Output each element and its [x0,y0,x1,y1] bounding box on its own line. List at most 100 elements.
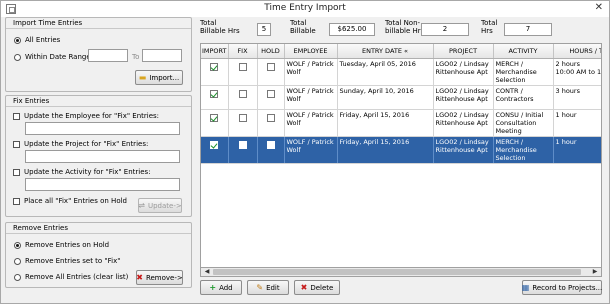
column-header-entry-date[interactable]: ENTRY DATE « [337,44,434,59]
radio-indicator [14,241,21,249]
fix-checkbox[interactable] [238,140,247,149]
within-date-range-radio[interactable]: Within Date Range: [14,53,93,61]
fix-cell[interactable] [228,85,258,110]
import-checkbox[interactable] [210,140,219,149]
total-billable-hrs-label: Total Billable Hrs [200,19,240,35]
time-entry-import-window: Time Entry Import ✕ Import Time Entries … [0,0,610,304]
button-label: Delete [310,283,334,292]
update-button[interactable]: ⇌ Update-> [138,198,182,213]
import-checkbox[interactable] [210,62,219,71]
column-header-employee[interactable]: EMPLOYEE [284,44,338,59]
group-label: Fix Entries [12,97,51,105]
update-employee-checkbox[interactable]: Update the Employee for "Fix" Entries: [13,112,159,120]
import-button[interactable]: ▬ Import... [135,70,183,85]
group-divider [6,106,191,107]
horizontal-scrollbar[interactable]: ◀ ▶ [200,267,602,277]
fix-employee-input[interactable] [25,122,180,135]
fix-cell[interactable] [228,58,258,86]
all-entries-radio[interactable]: All Entries [14,36,60,44]
group-divider [6,28,191,29]
grid-header-row: IMPORT FIX HOLD EMPLOYEE ENTRY DATE « PR… [201,44,601,59]
place-on-hold-checkbox[interactable]: Place all "Fix" Entries on Hold [13,197,127,205]
checkbox-label: Update the Project for "Fix" Entries: [24,140,149,148]
date-to-input[interactable] [142,49,182,62]
total-nonbillable-label: Total Non- billable Hrs [385,19,425,35]
fix-checkbox[interactable] [238,113,247,122]
button-label: Edit [266,283,280,292]
delete-button[interactable]: ✖ Delete [294,280,340,295]
button-label: Update-> [147,201,182,210]
import-cell[interactable] [201,136,229,164]
pencil-icon: ✎ [256,282,264,292]
hold-cell[interactable] [257,85,285,110]
import-cell[interactable] [201,58,229,86]
activity-cell: MERCH / Merchandise Selection [493,136,554,164]
project-cell: LGO02 / Lindsay Rittenhouse Apt [433,85,494,110]
delete-icon: ✖ [300,282,308,292]
total-hrs-label: Total Hrs [481,19,498,35]
column-header-import[interactable]: IMPORT [201,44,229,59]
hours-cell: 1 hour [553,136,601,164]
scroll-left-icon[interactable]: ◀ [202,268,212,276]
column-header-project[interactable]: PROJECT [433,44,494,59]
update-project-checkbox[interactable]: Update the Project for "Fix" Entries: [13,140,148,148]
hold-checkbox[interactable] [266,140,275,149]
scroll-right-icon[interactable]: ▶ [590,268,600,276]
table-row[interactable]: WOLF / Patrick Wolf Sunday, April 10, 20… [201,85,601,110]
button-label: Remove-> [145,273,183,282]
scroll-thumb[interactable] [213,269,581,275]
radio-indicator [14,53,21,61]
remove-fix-radio[interactable]: Remove Entries set to "Fix" [14,257,120,265]
close-icon[interactable]: ✕ [595,2,603,13]
hold-checkbox[interactable] [266,113,275,122]
table-row[interactable]: WOLF / Patrick Wolf Friday, April 15, 20… [201,109,601,137]
import-cell[interactable] [201,109,229,137]
hold-cell[interactable] [257,109,285,137]
fix-cell[interactable] [228,109,258,137]
project-cell: LGO02 / Lindsay Rittenhouse Apt [433,136,494,164]
fix-activity-input[interactable] [25,178,180,191]
fix-cell[interactable] [228,136,258,164]
remove-on-hold-radio[interactable]: Remove Entries on Hold [14,241,109,249]
total-hrs-value: 7 [504,23,552,36]
activity-cell: CONTR / Contractors [493,85,554,110]
edit-button[interactable]: ✎ Edit [247,280,289,295]
radio-indicator [14,257,21,265]
hold-checkbox[interactable] [266,62,275,71]
project-cell: LGO02 / Lindsay Rittenhouse Apt [433,109,494,137]
button-label: Add [219,283,233,292]
update-activity-checkbox[interactable]: Update the Activity for "Fix" Entries: [13,168,151,176]
radio-label: Remove Entries set to "Fix" [25,257,121,265]
total-billable-value: $625.00 [329,23,375,36]
column-header-activity[interactable]: ACTIVITY [493,44,554,59]
column-header-fix[interactable]: FIX [228,44,258,59]
entry-date-cell: Sunday, April 10, 2016 [337,85,434,110]
table-row[interactable]: WOLF / Patrick Wolf Tuesday, April 05, 2… [201,58,601,86]
fix-checkbox[interactable] [238,89,247,98]
update-icon: ⇌ [138,200,145,210]
activity-cell: MERCH / Merchandise Selection [493,58,554,86]
add-button[interactable]: + Add [200,280,242,295]
table-row-selected[interactable]: WOLF / Patrick Wolf Friday, April 15, 20… [201,136,601,164]
remove-all-radio[interactable]: Remove All Entries (clear list) [14,273,128,281]
remove-button[interactable]: ✖ Remove-> [136,270,183,285]
import-checkbox[interactable] [210,89,219,98]
employee-cell: WOLF / Patrick Wolf [284,109,338,137]
checkbox-label: Update the Employee for "Fix" Entries: [24,112,160,120]
hold-cell[interactable] [257,58,285,86]
import-cell[interactable] [201,85,229,110]
employee-cell: WOLF / Patrick Wolf [284,58,338,86]
record-to-projects-button[interactable]: ▦ Record to Projects... [522,280,602,295]
hold-checkbox[interactable] [266,89,275,98]
hold-cell[interactable] [257,136,285,164]
total-billable-hrs-value: 5 [257,23,271,36]
import-checkbox[interactable] [210,113,219,122]
activity-cell: CONSU / Initial Consultation Meeting [493,109,554,137]
fix-project-input[interactable] [25,150,180,163]
fix-checkbox[interactable] [238,62,247,71]
column-header-hours-time[interactable]: HOURS / TIME [553,44,601,59]
date-from-input[interactable] [88,49,128,62]
checkbox-indicator [13,197,20,205]
column-header-hold[interactable]: HOLD [257,44,285,59]
title-bar: Time Entry Import ✕ [1,1,609,17]
